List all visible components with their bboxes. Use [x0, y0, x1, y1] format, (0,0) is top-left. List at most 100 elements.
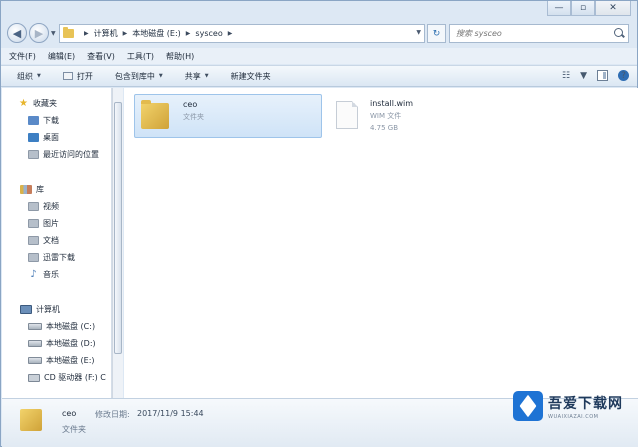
- open-icon: [62, 72, 73, 80]
- share-button[interactable]: 共享 ▼: [185, 71, 209, 82]
- sidebar-item-favorites[interactable]: ★ 收藏夹: [18, 98, 57, 109]
- menu-file[interactable]: 文件(F): [9, 51, 36, 62]
- share-label: 共享: [184, 71, 201, 81]
- sidebar-item-label: 音乐: [43, 270, 59, 279]
- command-toolbar: 组织 ▼ 打开 包含到库中 ▼ 共享 ▼ 新建文件夹 ☷ ▼ ?: [1, 65, 637, 87]
- sidebar-item-label: 视频: [43, 202, 59, 211]
- breadcrumb-sysceo[interactable]: sysceo: [195, 29, 222, 38]
- chevron-right-icon[interactable]: ▶: [228, 30, 233, 37]
- sidebar-item-label: CD 驱动器 (F:) C: [44, 373, 106, 382]
- file-icon: [336, 101, 358, 129]
- recent-pages-chevron-icon[interactable]: ▼: [51, 30, 56, 37]
- chevron-down-icon: ▼: [204, 73, 209, 79]
- sidebar-item-label: 最近访问的位置: [43, 150, 99, 159]
- file-type: 文件夹: [183, 113, 204, 121]
- menu-edit[interactable]: 编辑(E): [48, 51, 75, 62]
- file-item-text: install.wim WIM 文件 4.75 GB: [370, 99, 413, 132]
- search-icon[interactable]: [614, 28, 623, 37]
- chevron-down-icon: ▼: [37, 73, 41, 79]
- address-bar[interactable]: ▶ 计算机 ▶ 本地磁盘 (E:) ▶ sysceo ▶ ▼: [59, 24, 425, 43]
- search-box[interactable]: [449, 24, 629, 43]
- file-item-ceo[interactable]: ceo 文件夹: [134, 94, 322, 138]
- folder-icon: [28, 253, 39, 262]
- music-note-icon: ♪: [30, 269, 37, 280]
- folder-icon: [63, 27, 74, 38]
- sidebar-item-label: 文档: [43, 236, 59, 245]
- search-input[interactable]: [456, 29, 606, 38]
- sidebar-item-label: 本地磁盘 (D:): [46, 339, 96, 348]
- sidebar-item-drive-c[interactable]: 本地磁盘 (C:): [28, 321, 95, 332]
- recent-places-icon: [28, 150, 39, 159]
- sidebar-item-documents[interactable]: 文档: [28, 235, 59, 246]
- new-folder-button[interactable]: 新建文件夹: [231, 71, 271, 82]
- sidebar-item-computer[interactable]: 计算机: [20, 304, 60, 315]
- open-button[interactable]: 打开: [62, 71, 93, 82]
- chevron-down-icon[interactable]: ▼: [580, 71, 587, 81]
- menu-tools[interactable]: 工具(T): [127, 51, 154, 62]
- hard-drive-icon: [28, 323, 42, 330]
- view-options-icon[interactable]: ☷: [562, 71, 570, 81]
- chevron-down-icon: ▼: [158, 73, 163, 79]
- watermark: 吾爱下载网 WUAIXIAZAI.COM: [513, 385, 635, 427]
- library-icon: [20, 185, 32, 194]
- menu-view[interactable]: 查看(V): [87, 51, 115, 62]
- sidebar-item-label: 桌面: [43, 133, 59, 142]
- file-size: 4.75 GB: [370, 124, 399, 132]
- minimize-button[interactable]: —: [547, 1, 571, 16]
- close-button[interactable]: ✕: [595, 1, 631, 16]
- file-list: ceo 文件夹 install.wim WIM 文件 4.75 GB: [124, 88, 638, 398]
- sidebar-item-xunlei-downloads[interactable]: 迅雷下载: [28, 252, 75, 263]
- forward-button[interactable]: ▶: [29, 23, 49, 43]
- file-name: install.wim: [370, 99, 414, 108]
- sidebar-item-videos[interactable]: 视频: [28, 201, 59, 212]
- preview-pane-icon[interactable]: [597, 70, 608, 81]
- back-button[interactable]: ◀: [7, 23, 27, 43]
- sidebar-item-label: 计算机: [36, 305, 60, 314]
- sidebar-item-libraries[interactable]: 库: [20, 184, 44, 195]
- documents-icon: [28, 236, 39, 245]
- sidebar-item-recent-places[interactable]: 最近访问的位置: [28, 149, 99, 160]
- sidebar-item-cd-drive[interactable]: CD 驱动器 (F:) C: [28, 372, 106, 383]
- address-dropdown-icon[interactable]: ▼: [416, 29, 421, 36]
- explorer-window: — ▫ ✕ ◀ ▶ ▼ ▶ 计算机 ▶ 本地磁盘 (E:) ▶ sysceo ▶…: [0, 0, 638, 447]
- scroll-thumb[interactable]: [114, 102, 122, 354]
- cube-logo-icon: [513, 391, 543, 421]
- sidebar-item-pictures[interactable]: 图片: [28, 218, 59, 229]
- file-type: WIM 文件: [370, 112, 402, 120]
- cd-drive-icon: [28, 373, 40, 382]
- details-modified-label: 修改日期:: [95, 410, 130, 419]
- maximize-button[interactable]: ▫: [571, 1, 595, 16]
- chevron-right-icon[interactable]: ▶: [123, 30, 128, 37]
- include-in-library-label: 包含到库中: [114, 71, 155, 81]
- file-item-install-wim[interactable]: install.wim WIM 文件 4.75 GB: [330, 94, 518, 138]
- sidebar-item-label: 库: [36, 185, 44, 194]
- menu-bar: 文件(F) 编辑(E) 查看(V) 工具(T) 帮助(H): [1, 48, 637, 64]
- details-type: 文件夹: [62, 425, 86, 434]
- navigation-pane: ★ 收藏夹 下载 桌面 最近访问的位置 库 视频 图片 文档 迅雷下载 ♪ 音乐…: [2, 88, 112, 398]
- computer-icon: [20, 305, 32, 314]
- sidebar-item-drive-d[interactable]: 本地磁盘 (D:): [28, 338, 96, 349]
- include-in-library-button[interactable]: 包含到库中 ▼: [115, 71, 163, 82]
- sidebar-item-downloads[interactable]: 下载: [28, 115, 59, 126]
- watermark-text: 吾爱下载网 WUAIXIAZAI.COM: [548, 393, 623, 420]
- breadcrumb-computer[interactable]: 计算机: [94, 28, 118, 39]
- folder-icon: [20, 409, 42, 431]
- hard-drive-icon: [28, 357, 42, 364]
- file-item-text: ceo 文件夹: [183, 100, 204, 122]
- chevron-right-icon[interactable]: ▶: [186, 30, 191, 37]
- sidebar-item-desktop[interactable]: 桌面: [28, 132, 59, 143]
- organize-button[interactable]: 组织 ▼: [17, 71, 41, 82]
- menu-help[interactable]: 帮助(H): [166, 51, 194, 62]
- sidebar-item-drive-e[interactable]: 本地磁盘 (E:): [28, 355, 95, 366]
- sidebar-item-music[interactable]: ♪ 音乐: [28, 269, 59, 280]
- watermark-title: 吾爱下载网: [548, 395, 623, 412]
- breadcrumb-drive-e[interactable]: 本地磁盘 (E:): [132, 28, 181, 39]
- details-modified-value: 2017/11/9 15:44: [137, 409, 204, 418]
- toolbar-right: ☷ ▼ ?: [552, 70, 629, 81]
- help-icon[interactable]: ?: [618, 70, 629, 81]
- hard-drive-icon: [28, 340, 42, 347]
- navigation-scrollbar[interactable]: [112, 88, 123, 398]
- sidebar-item-label: 本地磁盘 (C:): [46, 322, 96, 331]
- refresh-button[interactable]: ↻: [427, 24, 446, 43]
- chevron-right-icon[interactable]: ▶: [84, 30, 89, 37]
